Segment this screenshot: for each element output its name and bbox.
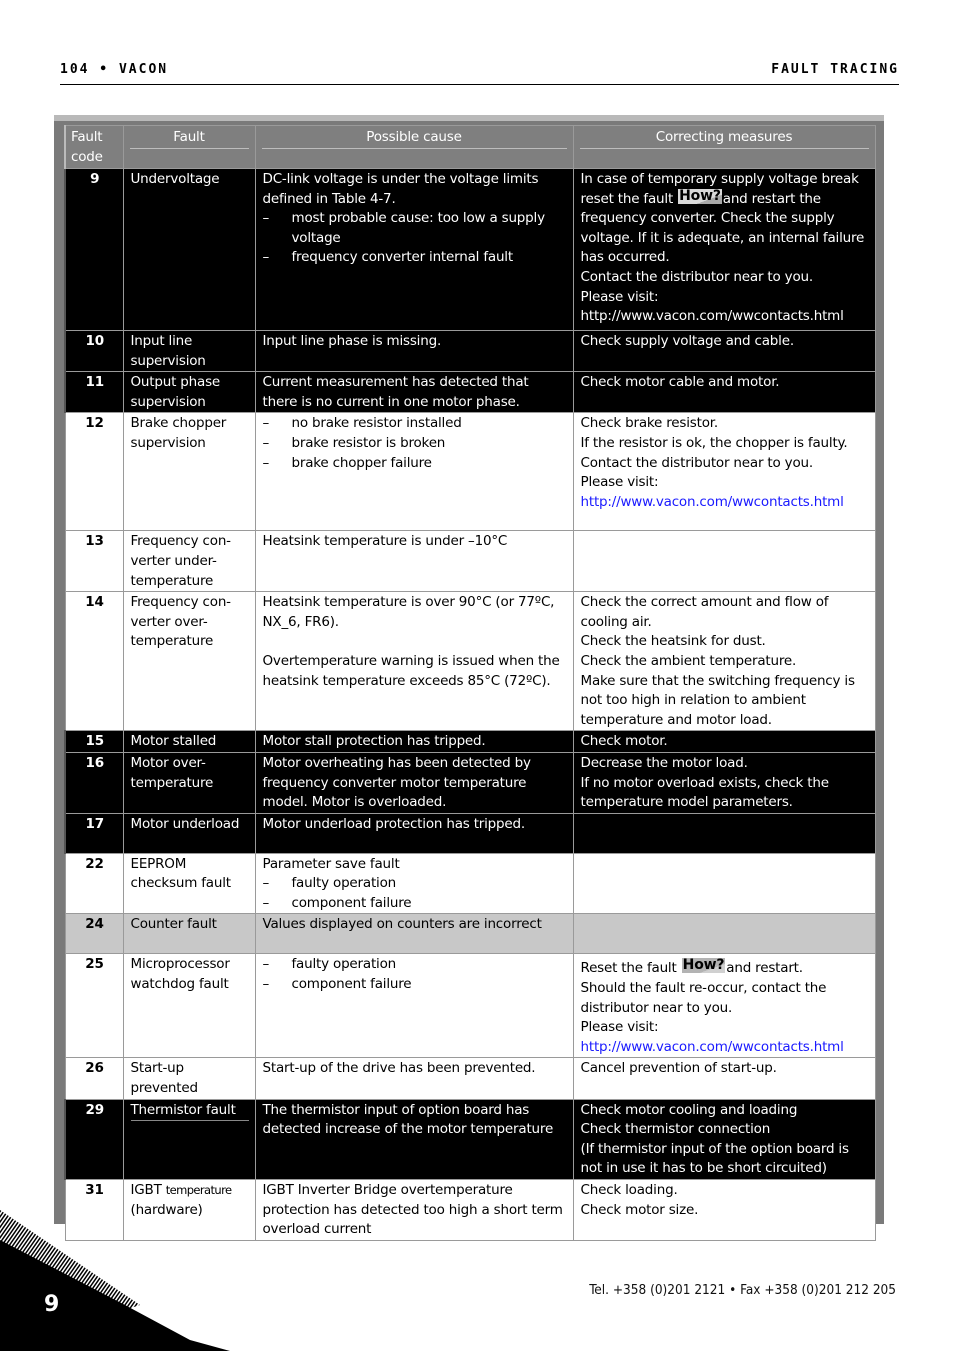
correcting-measures: Decrease the motor load. If no motor ove… [572,751,876,814]
table-row: 26 Start-up prevented Start-up of the dr… [64,1057,876,1100]
col-header-correcting-measures: Correcting measures [572,125,876,169]
fault-table: Fault code Fault Possible cause Correcti… [64,125,876,1241]
fault-name: Undervoltage [122,168,256,331]
contact-footer: Tel. +358 (0)201 2121 • Fax +358 (0)201 … [589,1282,896,1298]
fault-code: 26 [64,1057,124,1100]
table-row: 15 Motor stalled Motor stall protection … [64,730,876,753]
correcting-measures: Reset the fault How? and restart. Should … [572,953,876,1059]
correcting-measures: Check motor cooling and loading Check th… [572,1098,876,1181]
col-header-fault-code: Fault code [64,125,124,169]
correcting-measures: Cancel prevention of start-up. [572,1057,876,1100]
fault-name: Frequency con-verter under-temperature [122,530,256,593]
fault-name: EEPROM checksum fault [122,852,256,915]
possible-cause: The thermistor input of option board has… [254,1098,574,1181]
fault-name: Motor stalled [122,730,256,753]
fault-code: 16 [64,751,124,814]
possible-cause: Heatsink temperature is over 90°C (or 77… [254,591,574,732]
correcting-measures: In case of temporary supply voltage brea… [572,168,876,331]
fault-code: 24 [64,913,124,955]
table-row: 17 Motor underload Motor underload prote… [64,812,876,854]
fault-code: 10 [64,329,124,373]
page-number-brand: 104 • VACON [60,62,169,77]
correcting-measures [572,530,876,593]
fault-code: 13 [64,530,124,593]
fault-name: Thermistor fault [122,1098,256,1181]
correcting-measures [572,812,876,854]
fault-table-frame: Fault code Fault Possible cause Correcti… [54,115,884,1241]
col-header-possible-cause: Possible cause [254,125,574,169]
fault-code: 17 [64,812,124,854]
how-button[interactable]: How? [678,188,722,204]
correcting-measures [572,852,876,915]
page-header: 104 • VACON FAULT TRACING [60,62,899,85]
fault-name: Counter fault [122,913,256,955]
correcting-measures: Check motor. [572,730,876,753]
col-header-fault: Fault [122,125,256,169]
fault-code: 25 [64,953,124,1059]
table-row: 24 Counter fault Values displayed on cou… [64,913,876,955]
possible-cause: Values displayed on counters are incorre… [254,913,574,955]
correcting-measures: Check supply voltage and cable. [572,329,876,373]
contacts-link[interactable]: http://www.vacon.com/wwcontacts.html [581,307,869,327]
correcting-measures: Check loading. Check motor size. [572,1179,876,1241]
fault-code: 15 [64,730,124,753]
chapter-number: 9 [44,1292,60,1317]
fault-code: 9 [64,168,124,331]
fault-name: Motor underload [122,812,256,854]
fault-name: Frequency con-verter over-temperature [122,591,256,732]
possible-cause: – faulty operation – component failure [254,953,574,1059]
possible-cause: Start-up of the drive has been prevented… [254,1057,574,1100]
table-row: 16 Motor over-temperature Motor overheat… [64,751,876,814]
fault-name: Motor over-temperature [122,751,256,814]
contacts-link[interactable]: http://www.vacon.com/wwcontacts.html [581,1038,869,1057]
possible-cause: Parameter save fault – faulty operation –… [254,852,574,915]
correcting-measures: Check brake resistor. If the resistor is… [572,412,876,532]
possible-cause: Motor underload protection has tripped. [254,812,574,854]
table-header-row: Fault code Fault Possible cause Correcti… [64,125,876,169]
fault-code: 14 [64,591,124,732]
table-row: 14 Frequency con-verter over-temperature… [64,591,876,732]
table-row: 22 EEPROM checksum fault Parameter save … [64,852,876,915]
table-row: 29 Thermistor fault The thermistor input… [64,1098,876,1181]
table-row: 12 Brake chopper supervision – no brake r… [64,412,876,532]
table-row: 10 Input line supervision Input line pha… [64,329,876,373]
possible-cause: Motor overheating has been detected by f… [254,751,574,814]
possible-cause: Heatsink temperature is under –10°C [254,530,574,593]
fault-code: 29 [64,1098,124,1181]
possible-cause: Motor stall protection has tripped. [254,730,574,753]
section-title: FAULT TRACING [771,62,899,77]
correcting-measures [572,913,876,955]
chapter-corner-decoration [0,1210,230,1351]
fault-name: Brake chopper supervision [122,412,256,532]
correcting-measures: Check the correct amount and flow of coo… [572,591,876,732]
possible-cause: – no brake resistor installed – brake resi… [254,412,574,532]
table-row: 25 Microprocessor watchdog fault – faulty… [64,953,876,1059]
fault-name: Start-up prevented [122,1057,256,1100]
fault-code: 22 [64,852,124,915]
table-row: 11 Output phase supervision Current meas… [64,371,876,414]
table-row: 13 Frequency con-verter under-temperatur… [64,530,876,593]
fault-code: 12 [64,412,124,532]
contacts-link[interactable]: http://www.vacon.com/wwcontacts.html [581,493,869,513]
fault-name: Output phase supervision [122,371,256,414]
fault-code: 11 [64,371,124,414]
possible-cause: Current measurement has detected that th… [254,371,574,414]
table-row: 9 Undervoltage DC-link voltage is under … [64,168,876,331]
fault-name: Microprocessor watchdog fault [122,953,256,1059]
possible-cause: Input line phase is missing. [254,329,574,373]
how-button[interactable]: How? [681,958,726,974]
possible-cause: DC-link voltage is under the voltage lim… [254,168,574,331]
correcting-measures: Check motor cable and motor. [572,371,876,414]
fault-name: Input line supervision [122,329,256,373]
